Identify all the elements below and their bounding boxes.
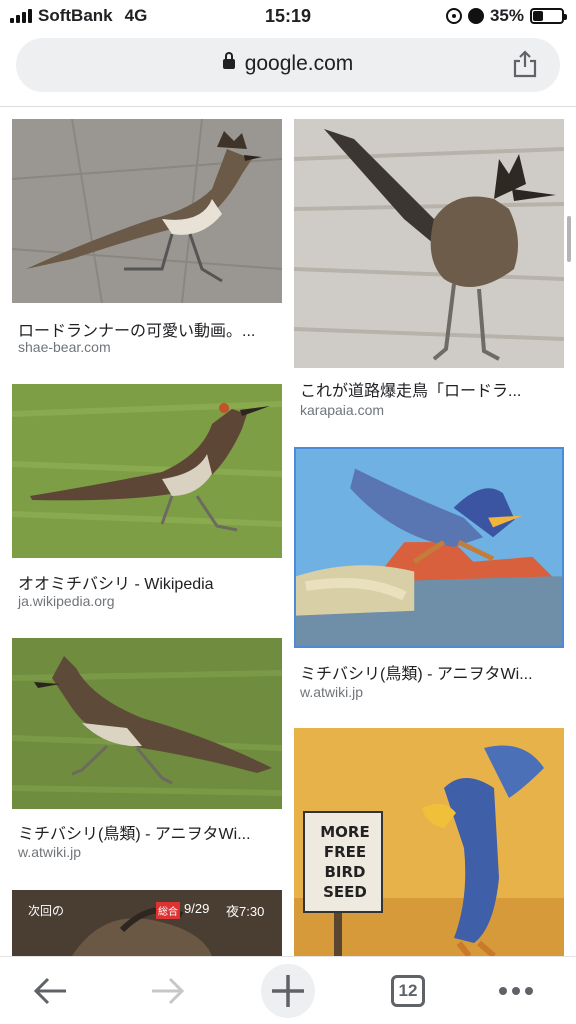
new-tab-button[interactable] — [261, 964, 315, 1018]
url-domain[interactable]: google.com — [245, 52, 354, 75]
result-source[interactable]: ja.wikipedia.org — [18, 593, 115, 609]
result-title[interactable]: これが道路爆走鳥「ロードラ... — [300, 377, 562, 401]
back-arrow-icon — [33, 977, 66, 1005]
address-bar[interactable]: google.com — [16, 38, 560, 92]
result-source[interactable]: w.atwiki.jp — [300, 684, 363, 700]
result-thumbnail[interactable]: 次回の 総合 9/29 夜7:30 — [12, 890, 282, 956]
tv-badge: 総合 — [156, 902, 180, 919]
result-source[interactable]: w.atwiki.jp — [18, 844, 81, 860]
image-result-5[interactable]: ミチバシリ(鳥類) - アニヲタWi... w.atwiki.jp — [12, 638, 282, 866]
image-result-4[interactable]: ミチバシリ(鳥類) - アニヲタWi... w.atwiki.jp — [294, 447, 564, 703]
battery-icon — [530, 8, 567, 24]
sign-line-4: SEED — [323, 883, 367, 901]
sign-line-3: BIRD — [324, 863, 366, 881]
result-title[interactable]: ミチバシリ(鳥類) - アニヲタWi... — [300, 660, 562, 684]
lock-icon — [222, 52, 235, 69]
orientation-lock-icon — [445, 8, 462, 24]
result-title[interactable]: ミチバシリ(鳥類) - アニヲタWi... — [18, 820, 280, 844]
image-result-2[interactable]: これが道路爆走鳥「ロードラ... karapaia.com — [294, 119, 564, 419]
result-thumbnail[interactable] — [294, 119, 564, 368]
more-dots-icon — [499, 987, 533, 995]
status-bar: SoftBank 4G 15:19 35% — [0, 0, 576, 32]
tv-caption-date: 9/29 — [184, 901, 210, 916]
result-thumbnail[interactable] — [12, 384, 282, 558]
sign-line-1: MORE — [320, 823, 370, 841]
tv-caption-time: 夜7:30 — [226, 904, 265, 919]
battery-percent: 35% — [489, 6, 524, 25]
image-result-1[interactable]: ロードランナーの可愛い動画。... shae-bear.com — [12, 119, 282, 359]
result-title[interactable]: ロードランナーの可愛い動画。... — [18, 317, 280, 341]
page-scrollbar[interactable] — [567, 216, 571, 262]
sign-line-2: FREE — [323, 843, 367, 861]
plus-icon — [272, 975, 304, 1007]
menu-button[interactable] — [490, 967, 542, 1015]
image-result-3[interactable]: オオミチバシリ - Wikipedia ja.wikipedia.org — [12, 384, 282, 612]
result-title[interactable]: オオミチバシリ - Wikipedia — [18, 570, 280, 594]
tab-count: 12 — [391, 975, 425, 1007]
image-result-7[interactable]: MORE FREE BIRD SEED — [294, 728, 564, 956]
sign-text: MORE FREE BIRD SEED — [312, 822, 378, 902]
result-source[interactable]: shae-bear.com — [18, 339, 111, 355]
result-source[interactable]: karapaia.com — [300, 402, 384, 418]
result-thumbnail[interactable]: MORE FREE BIRD SEED — [294, 728, 564, 956]
forward-arrow-icon — [152, 977, 185, 1005]
result-thumbnail[interactable] — [12, 638, 282, 809]
image-result-6[interactable]: 次回の 総合 9/29 夜7:30 — [12, 890, 282, 956]
forward-button[interactable] — [144, 967, 192, 1015]
tv-caption-left: 次回の — [28, 904, 65, 918]
result-thumbnail[interactable] — [12, 119, 282, 303]
tab-switcher-button[interactable]: 12 — [384, 967, 432, 1015]
header-divider — [0, 106, 576, 107]
bottom-toolbar: 12 — [0, 956, 576, 1024]
back-button[interactable] — [26, 967, 74, 1015]
address-text-wrap[interactable]: google.com — [16, 52, 560, 76]
alarm-icon — [467, 8, 484, 24]
share-icon[interactable] — [512, 50, 538, 78]
result-thumbnail[interactable] — [294, 447, 564, 648]
status-right: 35% — [445, 6, 567, 26]
